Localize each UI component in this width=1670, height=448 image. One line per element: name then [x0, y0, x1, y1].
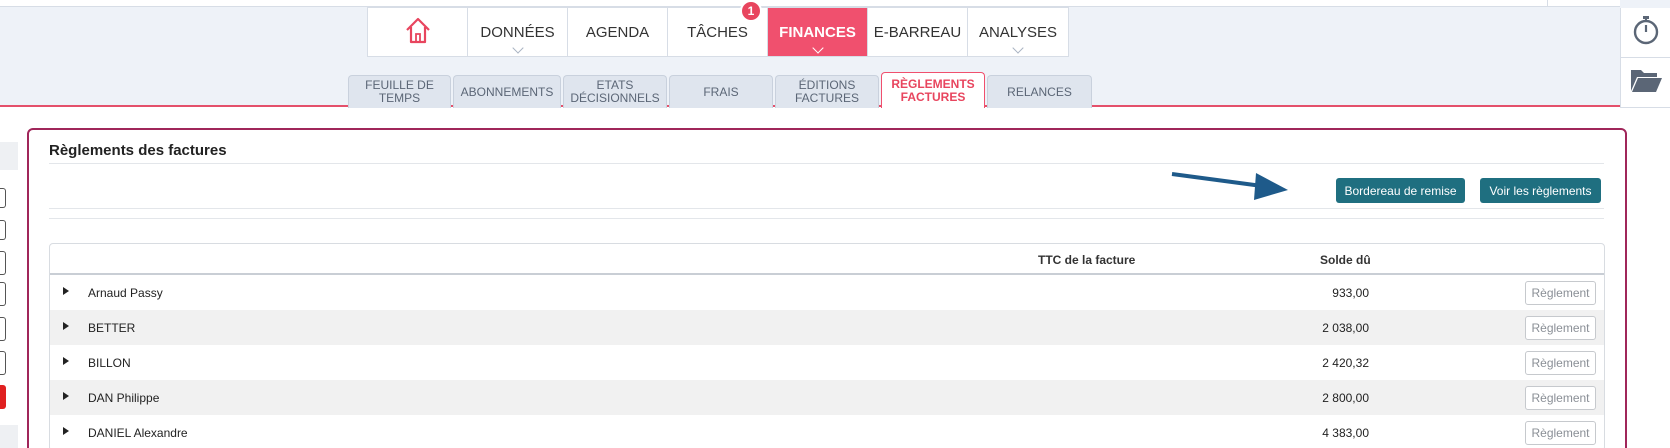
expand-caret-icon[interactable]: [63, 357, 69, 365]
top-bar: [0, 0, 1620, 7]
table-header: TTC de la facture Solde dû: [50, 244, 1604, 275]
nav-agenda[interactable]: AGENDA: [568, 8, 668, 56]
nav-analyses-label: ANALYSES: [978, 23, 1058, 41]
solde-value: 933,00: [1332, 286, 1369, 300]
chevron-down-icon: [511, 42, 524, 54]
table-row: BILLON 2 420,32 Règlement: [50, 345, 1604, 380]
subtab-abonnements[interactable]: ABONNEMENTS: [453, 75, 561, 108]
notification-badge: 1: [740, 0, 762, 22]
column-header-ttc: TTC de la facture: [1038, 253, 1136, 267]
sidebar-calendar-button[interactable]: [0, 188, 6, 208]
nav-ebarreau[interactable]: E-BARREAU: [868, 8, 968, 56]
bordereau-de-remise-button[interactable]: Bordereau de remise: [1336, 178, 1465, 203]
subtab-editions-factures[interactable]: ÉDITIONS FACTURES: [775, 75, 879, 108]
solde-value: 2 420,32: [1322, 356, 1369, 370]
page-title: Règlements des factures: [49, 142, 227, 159]
subtab-frais[interactable]: FRAIS: [669, 75, 773, 108]
subtab-feuille-de-temps[interactable]: FEUILLE DE TEMPS: [348, 75, 451, 108]
client-name: DAN Philippe: [88, 391, 160, 405]
nav-agenda-label: AGENDA: [585, 23, 650, 41]
chevron-down-icon: [811, 42, 824, 54]
expand-caret-icon[interactable]: [63, 427, 69, 435]
nav-donnees[interactable]: DONNÉES: [468, 8, 568, 56]
nav-analyses[interactable]: ANALYSES: [968, 8, 1068, 56]
reglement-button[interactable]: Règlement: [1525, 421, 1596, 445]
nav-finances[interactable]: FINANCES: [768, 8, 868, 56]
chevron-down-icon: [1012, 42, 1024, 54]
nav-home[interactable]: [368, 8, 468, 56]
divider: [49, 218, 1604, 219]
factures-table: TTC de la facture Solde dû Arnaud Passy …: [49, 243, 1605, 448]
solde-value: 2 800,00: [1322, 391, 1369, 405]
reglement-button[interactable]: Règlement: [1525, 351, 1596, 375]
client-name: BILLON: [88, 356, 131, 370]
solde-value: 4 383,00: [1322, 426, 1369, 440]
home-icon: [403, 15, 433, 49]
table-row: BETTER 2 038,00 Règlement: [50, 310, 1604, 345]
reglement-button[interactable]: Règlement: [1525, 281, 1596, 305]
reglement-button[interactable]: Règlement: [1525, 316, 1596, 340]
divider: [49, 208, 1604, 209]
stopwatch-icon: [1631, 14, 1661, 51]
timer-button[interactable]: [1621, 8, 1670, 58]
nav-taches[interactable]: TÂCHES 1: [668, 0, 768, 56]
sidebar-red-button[interactable]: [0, 385, 6, 409]
sidebar-header: [0, 142, 18, 170]
subtab-reglements-factures[interactable]: RÈGLEMENTS FACTURES: [881, 72, 985, 108]
expand-caret-icon[interactable]: [63, 392, 69, 400]
folder-open-icon: [1629, 66, 1663, 99]
documents-button[interactable]: [1621, 58, 1670, 108]
voir-les-reglements-button[interactable]: Voir les règlements: [1480, 178, 1601, 203]
sidebar-calendar-button[interactable]: [0, 220, 6, 240]
side-tools: [1620, 8, 1670, 108]
client-name: BETTER: [88, 321, 136, 335]
sidebar-field[interactable]: [0, 282, 6, 306]
annotation-arrow-icon: [1171, 172, 1288, 200]
sidebar-field[interactable]: [0, 317, 6, 341]
table-row: DAN Philippe 2 800,00 Règlement: [50, 380, 1604, 415]
table-row: DANIEL Alexandre 4 383,00 Règlement: [50, 415, 1604, 448]
sidebar-field[interactable]: [0, 251, 6, 275]
sub-nav: FEUILLE DE TEMPS ABONNEMENTS ETATS DÉCIS…: [348, 72, 1094, 108]
sidebar-field[interactable]: [0, 351, 6, 375]
nav-finances-label: FINANCES: [779, 23, 856, 41]
nav-ebarreau-label: E-BARREAU: [873, 23, 962, 41]
left-sidebar: [0, 140, 18, 448]
reglement-button[interactable]: Règlement: [1525, 386, 1596, 410]
client-name: Arnaud Passy: [88, 286, 163, 300]
nav-taches-label: TÂCHES: [687, 23, 748, 41]
divider: [49, 163, 1604, 164]
expand-caret-icon[interactable]: [63, 322, 69, 330]
client-name: DANIEL Alexandre: [88, 426, 188, 440]
expand-caret-icon[interactable]: [63, 287, 69, 295]
app: DONNÉES AGENDA TÂCHES 1 FINANCES E-BARRE…: [0, 0, 1670, 448]
nav-donnees-label: DONNÉES: [480, 23, 555, 41]
column-header-solde: Solde dû: [1320, 253, 1371, 267]
subtab-relances[interactable]: RELANCES: [987, 75, 1092, 108]
table-row: Arnaud Passy 933,00 Règlement: [50, 275, 1604, 310]
subtab-etats-decisionnels[interactable]: ETATS DÉCISIONNELS: [563, 75, 667, 108]
sidebar-footer: [0, 425, 18, 448]
main-nav: DONNÉES AGENDA TÂCHES 1 FINANCES E-BARRE…: [367, 0, 1069, 57]
solde-value: 2 038,00: [1322, 321, 1369, 335]
